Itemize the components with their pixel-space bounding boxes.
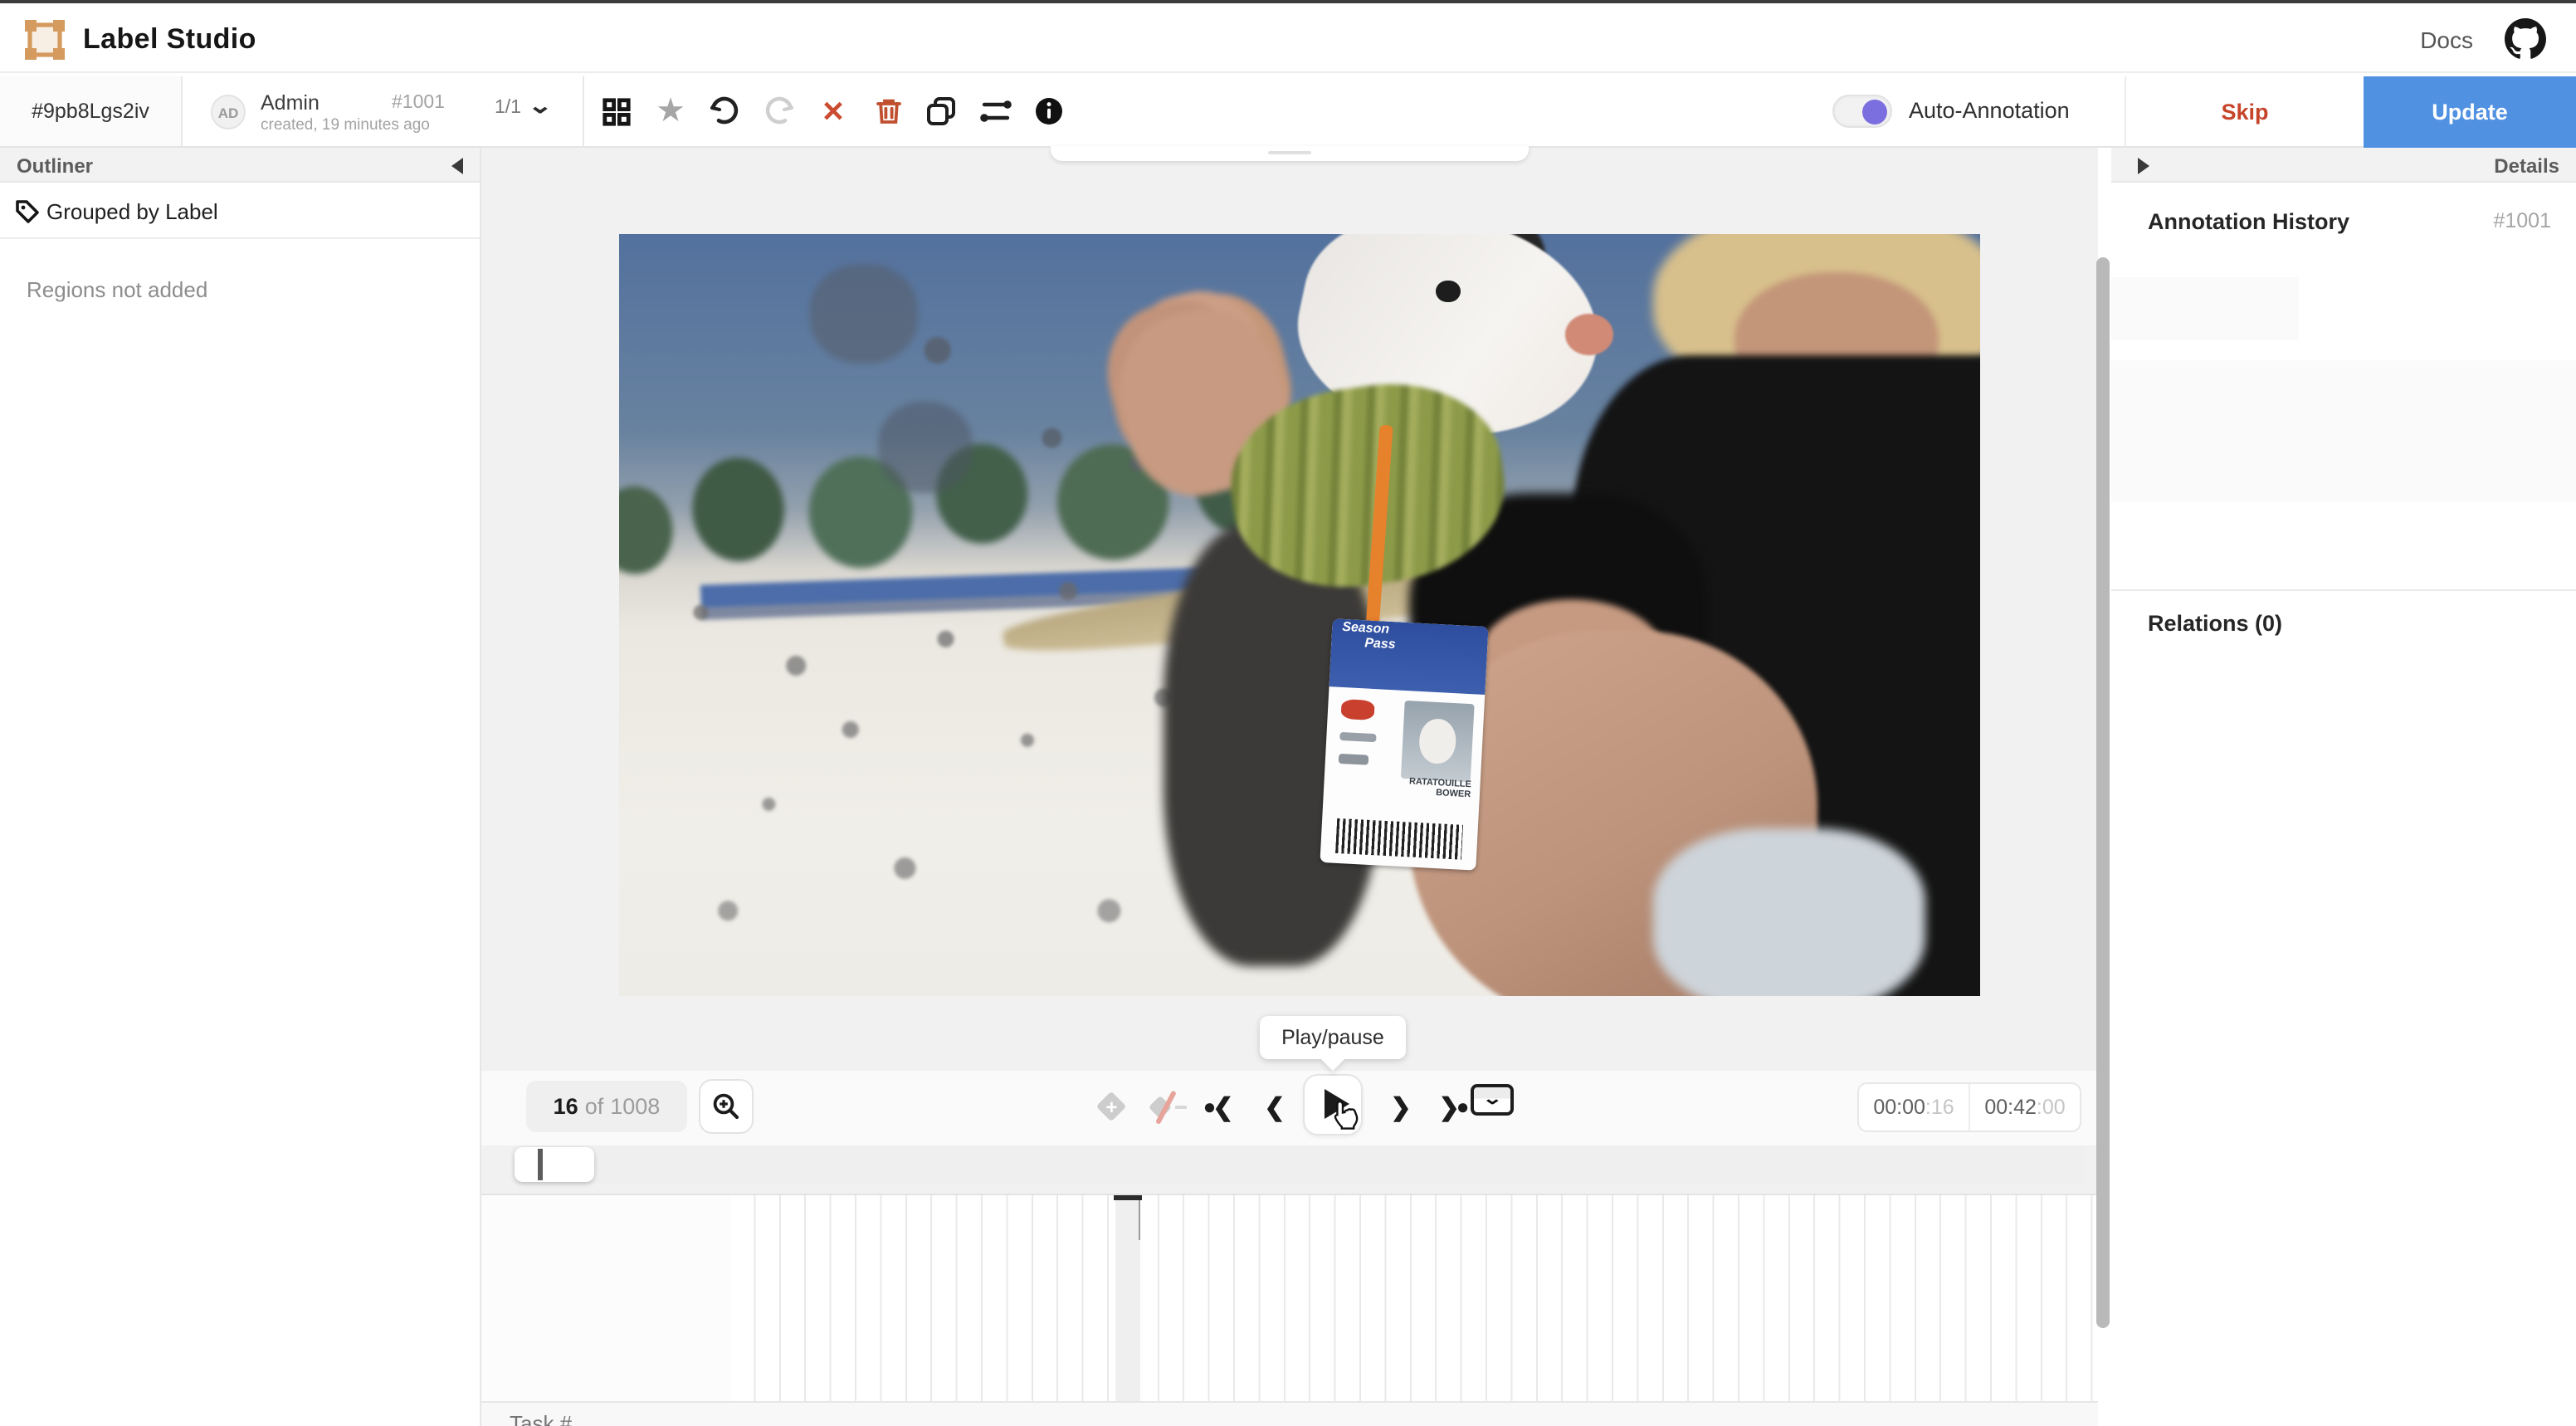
badge-photo	[1402, 701, 1475, 782]
delete-icon[interactable]	[866, 90, 910, 133]
video-season-pass-badge: Season Pass RATATOUILLE BOWER	[1320, 618, 1490, 870]
seek-track[interactable]	[511, 1145, 2085, 1184]
update-button[interactable]: Update	[2364, 76, 2576, 148]
skip-button[interactable]: Skip	[2125, 76, 2364, 146]
toggle-knob	[1862, 99, 1887, 124]
cursor-pointer-icon	[1331, 1098, 1359, 1138]
video-opossum-eye	[1436, 280, 1461, 303]
expand-panel-icon[interactable]	[2138, 158, 2149, 174]
timeline-frame-columns[interactable]	[730, 1195, 2098, 1401]
annotation-toolbar: ★ ✕	[584, 76, 1082, 146]
history-placeholder	[2111, 360, 2576, 501]
playhead-tick	[1138, 1200, 1140, 1240]
taskbar-right-section: Auto-Annotation Skip Update	[1806, 76, 2576, 146]
group-by-label-selector[interactable]: Grouped by Label	[0, 184, 480, 239]
badge-header: Season Pass	[1329, 618, 1490, 695]
avatar: AD	[211, 95, 246, 129]
current-frame: 16	[554, 1094, 578, 1119]
auto-annotation-label: Auto-Annotation	[1909, 98, 2070, 123]
undo-icon[interactable]	[702, 90, 745, 133]
playhead-column	[1115, 1195, 1140, 1401]
next-frame-button[interactable]: ❯	[1376, 1081, 1426, 1132]
play-pause-tooltip: Play/pause	[1260, 1016, 1406, 1059]
label-studio-app: Label Studio Docs #9pb8Lgs2iv AD Admin #…	[0, 0, 2576, 1426]
of-label: of	[585, 1094, 604, 1119]
duplicate-icon[interactable]	[920, 90, 963, 133]
config-panel-handle[interactable]	[1051, 146, 1529, 161]
relations-icon[interactable]	[974, 90, 1017, 133]
docs-link[interactable]: Docs	[2420, 27, 2473, 53]
video-frame[interactable]: Season Pass RATATOUILLE BOWER	[619, 234, 1980, 996]
reject-icon[interactable]: ✕	[812, 90, 855, 133]
task-id: #9pb8Lgs2iv	[0, 100, 181, 123]
chevron-down-icon[interactable]: ⌄	[528, 93, 554, 120]
top-nav: Label Studio Docs	[0, 0, 2576, 73]
auto-annotation-toggle[interactable]	[1832, 95, 1892, 128]
remove-keyframe-icon	[1149, 1090, 1182, 1123]
regions-empty-text: Regions not added	[27, 277, 207, 302]
relations-title: Relations (0)	[2148, 611, 2282, 636]
badge-logo	[1340, 700, 1376, 721]
badge-text-line	[1339, 731, 1378, 743]
remove-keyframe-button	[1140, 1081, 1190, 1132]
position-time: 00:00:16	[1859, 1084, 1969, 1131]
vertical-scrollbar[interactable]	[2096, 257, 2110, 1328]
task-number-label: Task #	[510, 1411, 572, 1426]
play-pause-button[interactable]	[1303, 1073, 1363, 1135]
badge-barcode	[1337, 819, 1464, 860]
app-title: Label Studio	[83, 23, 256, 56]
task-id-section: #9pb8Lgs2iv	[0, 76, 183, 146]
zoom-in-button[interactable]	[699, 1079, 754, 1134]
seek-range-handle[interactable]	[515, 1147, 594, 1182]
frame-counter[interactable]: 16 of 1008	[526, 1081, 687, 1132]
details-title: Details	[2494, 154, 2559, 178]
collapse-panel-icon[interactable]	[451, 158, 463, 174]
collapse-timeline-button[interactable]: ⌄	[1471, 1084, 1514, 1116]
add-keyframe-icon	[1095, 1091, 1126, 1122]
outliner-header: Outliner	[0, 148, 480, 183]
info-icon[interactable]	[1027, 90, 1071, 133]
grid-view-icon[interactable]	[594, 90, 637, 133]
outliner-panel: Outliner Grouped by Label Regions not ad…	[0, 148, 481, 1426]
time-display: 00:00:16 00:42:00	[1857, 1082, 2081, 1132]
details-panel: Details Annotation History #1001 Relatio…	[2111, 148, 2576, 1426]
github-icon[interactable]	[2505, 18, 2546, 60]
task-footer: Task #	[481, 1403, 2098, 1426]
next-keyframe-button[interactable]: ❯●	[1427, 1081, 1477, 1132]
annotation-history-title: Annotation History	[2148, 209, 2349, 234]
user-name: Admin	[261, 91, 320, 115]
label-studio-logo-icon[interactable]	[23, 18, 66, 61]
timeline-grid[interactable]	[481, 1194, 2098, 1403]
group-mode-label: Grouped by Label	[46, 199, 218, 224]
task-bar: #9pb8Lgs2iv AD Admin #1001 created, 19 m…	[0, 76, 2576, 148]
annotation-pager: 1/1	[495, 98, 521, 118]
star-icon[interactable]: ★	[649, 90, 692, 133]
prev-frame-button[interactable]: ❮	[1250, 1081, 1300, 1132]
video-sleeve	[1653, 828, 1925, 996]
annotation-info-section: AD Admin #1001 created, 19 minutes ago 1…	[183, 76, 584, 146]
annotation-workspace: Season Pass RATATOUILLE BOWER 16 of 1008	[481, 148, 2098, 1426]
total-frames: 1008	[610, 1094, 660, 1119]
redo-icon	[757, 90, 800, 133]
badge-text-line	[1339, 754, 1370, 765]
prev-keyframe-button[interactable]: ●❮	[1195, 1081, 1245, 1132]
divider	[2111, 589, 2576, 591]
history-placeholder	[2111, 277, 2299, 340]
playback-controls: 16 of 1008 ●❮ ❮ ❯ ❯● ⌄ 00:00:1	[481, 1071, 2098, 1145]
add-keyframe-button	[1086, 1081, 1135, 1132]
seek-cursor	[538, 1149, 542, 1180]
annotation-history-id: #1001	[2493, 209, 2551, 232]
duration-time: 00:42:00	[1969, 1084, 2080, 1131]
outliner-title: Outliner	[17, 154, 93, 178]
created-timestamp: created, 19 minutes ago	[261, 116, 430, 134]
annotation-id: #1001	[392, 93, 445, 113]
details-header: Details	[2111, 148, 2576, 183]
tag-icon	[15, 199, 40, 232]
